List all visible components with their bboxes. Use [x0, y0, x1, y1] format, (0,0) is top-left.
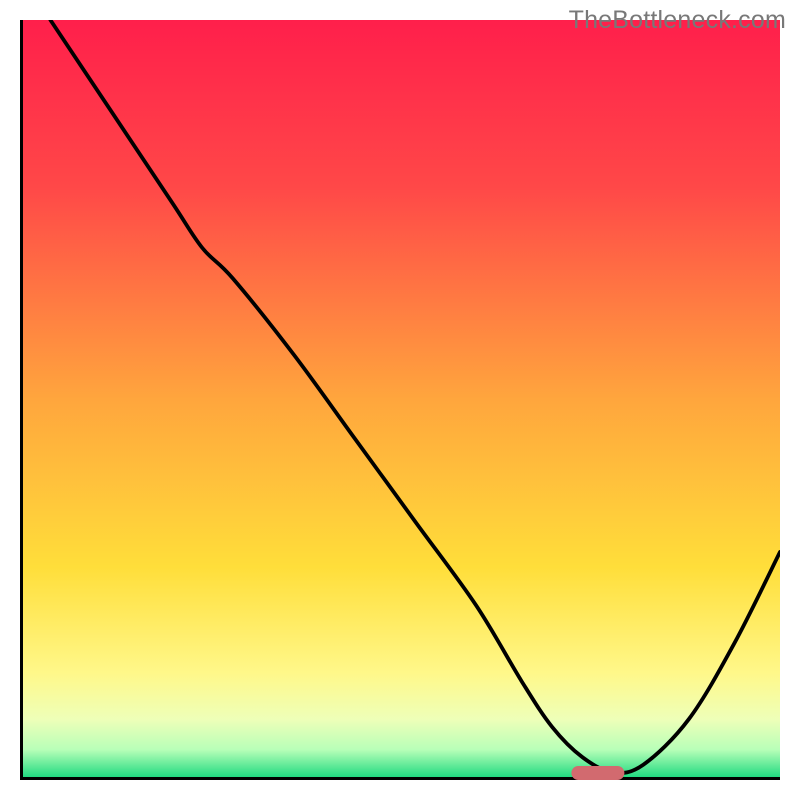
background-gradient	[20, 20, 780, 780]
chart-container: TheBottleneck.com	[0, 0, 800, 800]
plot-area	[20, 20, 780, 780]
target-marker	[571, 766, 624, 780]
watermark-text: TheBottleneck.com	[569, 6, 786, 35]
